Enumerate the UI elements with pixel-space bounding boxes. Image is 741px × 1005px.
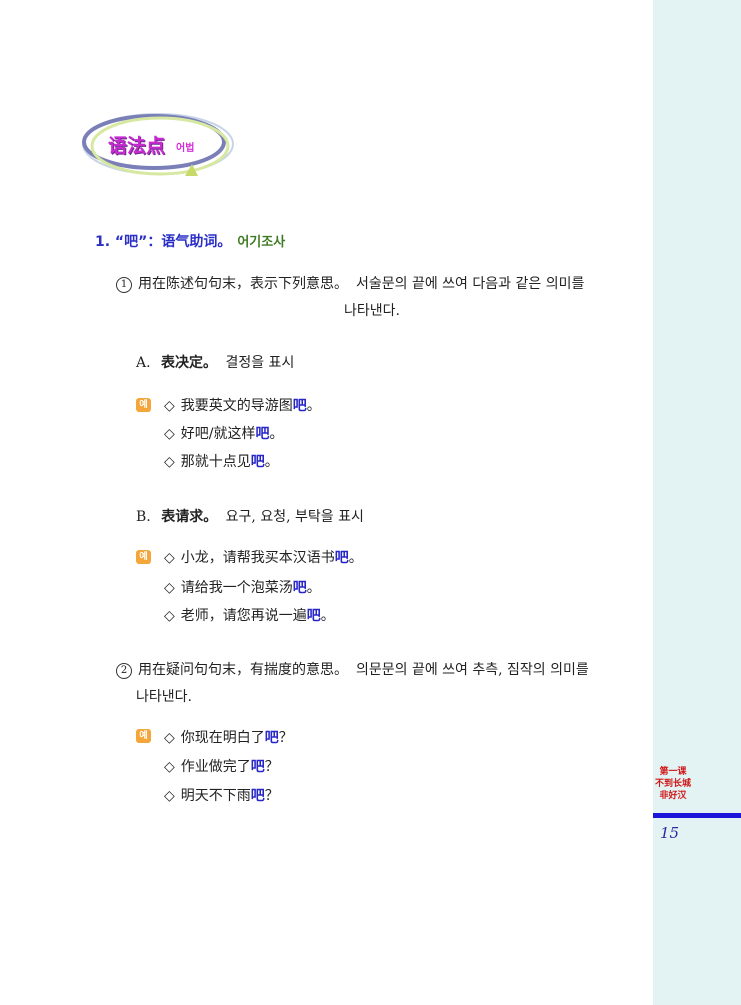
side-panel: [653, 0, 741, 1005]
example-text: 作业做完了: [180, 759, 251, 775]
diamond-icon: ◇: [164, 759, 175, 775]
example-punct: 。: [264, 454, 279, 470]
example-a-2: ◇ 好吧/就这样吧。: [164, 425, 284, 443]
example-icon-b: 예: [136, 550, 151, 564]
diamond-icon: ◇: [164, 426, 175, 442]
example-text: 你现在明白了: [180, 730, 265, 746]
usage-1-ko-line1: 서술문의 끝에 쓰여 다음과 같은 의미를: [356, 276, 585, 292]
example-text: 我要英文的导游图: [180, 398, 293, 414]
example-text: 好吧/就这样: [180, 426, 256, 442]
subsection-a-ko: 결정을 표시: [225, 355, 295, 371]
diamond-icon: ◇: [164, 788, 175, 804]
usage-2: 2 用在疑问句句末，有揣度的意思。 의문문의 끝에 쓰여 추측, 짐작의 의미를: [116, 661, 589, 679]
lesson-title-line1: 不到长城: [654, 779, 691, 789]
usage-2-ko-line2: 나타낸다.: [136, 689, 192, 705]
usage-1: 1 用在陈述句句末，表示下列意思。 서술문의 끝에 쓰여 다음과 같은 의미를: [116, 275, 584, 293]
diamond-icon: ◇: [164, 730, 175, 746]
section-heading-zh: 1. “吧”：语气助词。: [95, 234, 232, 250]
subsection-b-ko: 요구, 요청, 부탁을 표시: [225, 509, 364, 525]
example-text: 请给我一个泡菜汤: [180, 580, 293, 596]
subsection-a-letter: A.: [136, 355, 151, 371]
example-icon-a: 예: [136, 398, 151, 412]
subsection-a-zh: 表决定。: [161, 355, 218, 371]
example-c-1: ◇ 你现在明白了吧？: [164, 729, 293, 747]
subsection-a: A. 表决定。 결정을 표시: [136, 354, 294, 372]
usage-1-ko-line2: 나타낸다.: [344, 303, 400, 319]
example-punct: 。: [348, 550, 363, 566]
ba-highlight: 吧: [334, 550, 349, 566]
page-number-bar: [653, 813, 741, 818]
example-b-2: ◇ 请给我一个泡菜汤吧。: [164, 579, 321, 597]
section-heading-ko: 어기조사: [237, 235, 286, 250]
example-punct: 。: [306, 398, 321, 414]
ba-highlight: 吧: [250, 454, 265, 470]
ba-highlight: 吧: [306, 608, 321, 624]
diamond-icon: ◇: [164, 398, 175, 414]
example-punct: ？: [264, 788, 279, 804]
example-text: 明天不下雨: [180, 788, 251, 804]
ba-highlight: 吧: [264, 730, 279, 746]
usage-2-zh: 用在疑问句句末，有揣度的意思。: [138, 662, 348, 678]
ba-highlight: 吧: [250, 759, 265, 775]
page-number: 15: [660, 824, 680, 842]
example-punct: 。: [320, 608, 335, 624]
example-a-1: ◇ 我要英文的导游图吧。: [164, 397, 321, 415]
example-icon-c: 예: [136, 729, 151, 743]
lesson-label: 第一课: [659, 767, 687, 777]
example-b-3: ◇ 老师，请您再说一遍吧。: [164, 607, 335, 625]
usage-2-number: 2: [116, 663, 132, 679]
example-punct: ？: [264, 759, 279, 775]
usage-2-ko-line1: 의문문의 끝에 쓰여 추측, 짐작의 의미를: [356, 662, 589, 678]
subsection-b-letter: B.: [136, 509, 151, 525]
ba-highlight: 吧: [255, 426, 270, 442]
diamond-icon: ◇: [164, 550, 175, 566]
logo-title-zh: 语法点: [108, 135, 166, 157]
logo-title-ko: 어법: [176, 143, 195, 154]
example-c-3: ◇ 明天不下雨吧？: [164, 787, 279, 805]
subsection-b-zh: 表请求。: [161, 509, 218, 525]
lesson-title-line2: 非好汉: [659, 791, 687, 801]
diamond-icon: ◇: [164, 608, 175, 624]
example-punct: 。: [269, 426, 284, 442]
example-punct: ？: [278, 730, 293, 746]
ba-highlight: 吧: [292, 398, 307, 414]
subsection-b: B. 表请求。 요구, 요청, 부탁을 표시: [136, 508, 364, 526]
example-c-2: ◇ 作业做完了吧？: [164, 758, 279, 776]
example-a-3: ◇ 那就十点见吧。: [164, 453, 279, 471]
ba-highlight: 吧: [292, 580, 307, 596]
example-text: 那就十点见: [180, 454, 251, 470]
diamond-icon: ◇: [164, 454, 175, 470]
example-text: 老师，请您再说一遍: [180, 608, 307, 624]
diamond-icon: ◇: [164, 580, 175, 596]
example-punct: 。: [306, 580, 321, 596]
section-heading: 1. “吧”：语气助词。 어기조사: [95, 233, 285, 252]
usage-1-number: 1: [116, 277, 132, 293]
example-text: 小龙，请帮我买本汉语书: [180, 550, 335, 566]
example-b-1: ◇ 小龙，请帮我买本汉语书吧。: [164, 549, 363, 567]
ba-highlight: 吧: [250, 788, 265, 804]
usage-1-zh: 用在陈述句句末，表示下列意思。: [138, 276, 348, 292]
